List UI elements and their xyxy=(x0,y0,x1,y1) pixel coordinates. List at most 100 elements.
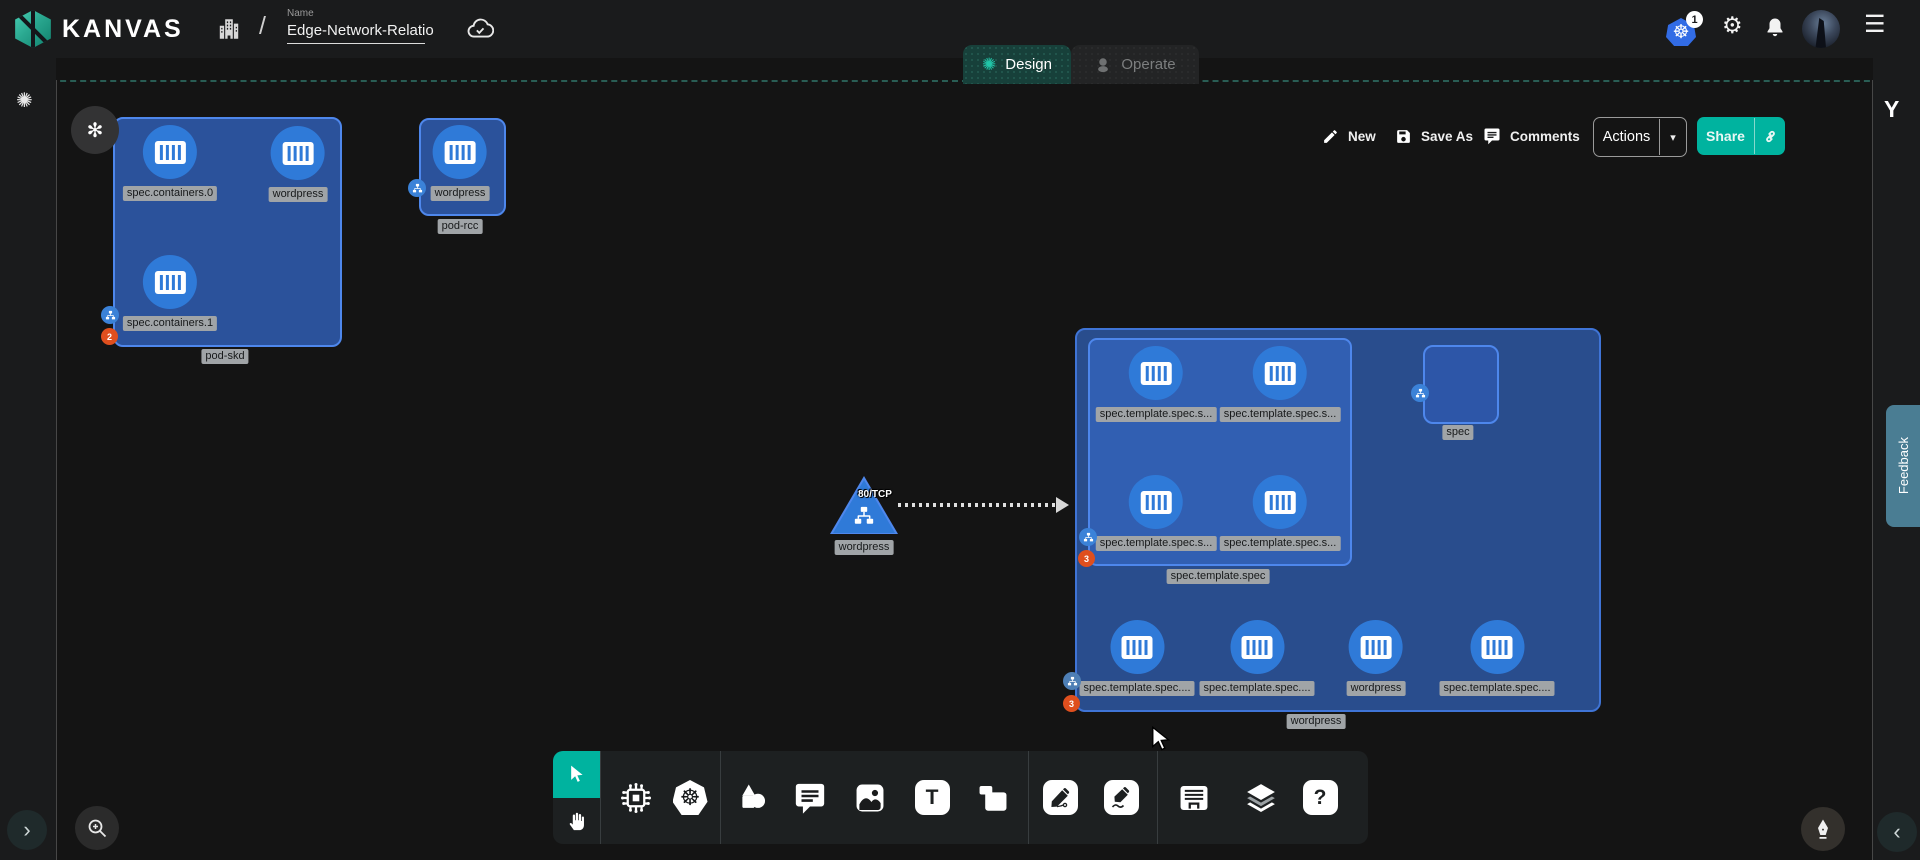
user-avatar[interactable] xyxy=(1802,10,1840,48)
node-template-container[interactable]: spec.template.spec.s... xyxy=(1096,346,1217,422)
feedback-tab[interactable]: Feedback xyxy=(1886,405,1920,527)
node-template-container[interactable]: spec.template.spec.... xyxy=(1440,620,1555,696)
canvas-toolbar: ☸ T xyxy=(553,751,1368,844)
layers-tool[interactable] xyxy=(1234,751,1288,844)
layer5-y-icon[interactable]: Y xyxy=(1884,96,1899,123)
error-count-badge[interactable]: 2 xyxy=(101,328,118,345)
design-name-field[interactable]: Name Edge-Network-Relatio xyxy=(287,8,427,44)
kanvas-app: KANVAS / Name Edge-Network-Relatio ☸ 1 ⚙… xyxy=(0,0,1920,860)
help-icon: ? xyxy=(1303,780,1338,815)
menu-icon[interactable]: ☰ xyxy=(1864,13,1886,37)
design-name-input[interactable]: Edge-Network-Relatio xyxy=(287,19,425,44)
node-label: spec.template.spec.... xyxy=(1440,681,1555,696)
drawer-tool[interactable] xyxy=(1167,751,1221,844)
organization-icon[interactable] xyxy=(216,16,242,42)
service-triangle xyxy=(833,480,895,533)
notifications-bell-icon[interactable] xyxy=(1763,16,1787,40)
relationship-badge-icon[interactable] xyxy=(408,179,426,197)
mesh-components-tool[interactable] xyxy=(609,751,663,844)
save-as-button[interactable]: Save As xyxy=(1395,117,1473,155)
left-sidebar-divider xyxy=(56,80,57,860)
relationship-badge-icon[interactable] xyxy=(1411,384,1429,402)
actions-dropdown-button[interactable]: Actions ▾ xyxy=(1593,117,1687,157)
comment-icon xyxy=(793,781,827,815)
save-as-button-label: Save As xyxy=(1421,129,1473,144)
kanvas-logo-text: KANVAS xyxy=(62,15,184,44)
tab-operate[interactable]: Operate xyxy=(1071,45,1199,84)
relationship-badge-icon[interactable] xyxy=(101,306,119,324)
group-label-pod-rcc: pod-rcc xyxy=(438,219,483,234)
help-tool[interactable]: ? xyxy=(1293,751,1347,844)
node-template-container[interactable]: spec.template.spec.s... xyxy=(1220,475,1341,551)
settings-gear-icon[interactable]: ⚙ xyxy=(1722,14,1743,37)
node-template-container[interactable]: spec.template.spec.... xyxy=(1080,620,1195,696)
error-count-badge[interactable]: 3 xyxy=(1063,695,1080,712)
kanvas-logo-icon xyxy=(14,10,52,48)
relationship-badge-icon[interactable] xyxy=(1063,672,1081,690)
node-template-container[interactable]: spec.template.spec.s... xyxy=(1096,475,1217,551)
node-wordpress-container[interactable]: wordpress xyxy=(1347,620,1406,696)
node-spec[interactable] xyxy=(1423,345,1499,424)
expand-left-panel-button[interactable]: › xyxy=(7,810,47,850)
spec-node-label: spec xyxy=(1442,425,1473,440)
comment-tool[interactable] xyxy=(783,751,837,844)
text-tool[interactable]: T xyxy=(905,751,959,844)
container-icon xyxy=(1253,475,1307,529)
shapes-tool[interactable] xyxy=(726,751,780,844)
cloud-save-status-icon xyxy=(466,15,494,43)
app-header: KANVAS / Name Edge-Network-Relatio ☸ 1 ⚙… xyxy=(0,0,1920,58)
service-edge[interactable] xyxy=(898,503,1060,507)
node-label: spec.template.spec.s... xyxy=(1220,536,1341,551)
sticky-note-tool[interactable] xyxy=(966,751,1020,844)
node-label: spec.template.spec.... xyxy=(1200,681,1315,696)
node-service-wordpress[interactable] xyxy=(830,476,898,534)
comments-button[interactable]: Comments xyxy=(1483,117,1580,155)
pan-hand-tool[interactable] xyxy=(553,798,600,845)
node-spec-containers-1[interactable]: spec.containers.1 xyxy=(123,255,217,331)
group-label-pod-skd: pod-skd xyxy=(201,349,248,364)
node-wordpress-container[interactable]: wordpress xyxy=(431,125,490,201)
edge-pen-tool[interactable] xyxy=(1033,751,1087,844)
actions-dropdown-label: Actions xyxy=(1594,129,1659,145)
caret-down-icon[interactable]: ▾ xyxy=(1660,131,1686,144)
cursor-tool[interactable] xyxy=(553,751,600,798)
kanvas-logo[interactable]: KANVAS xyxy=(14,10,184,48)
zoom-button[interactable] xyxy=(75,806,119,850)
share-button[interactable]: Share xyxy=(1697,117,1785,155)
image-tool[interactable] xyxy=(843,751,897,844)
expand-right-panel-button[interactable]: ‹ xyxy=(1877,812,1917,852)
node-wordpress-container[interactable]: wordpress xyxy=(269,126,328,202)
sticky-note-icon xyxy=(976,781,1010,815)
edge-pen-icon xyxy=(1043,780,1078,815)
pen-nib-button[interactable] xyxy=(1801,807,1845,851)
meshery-spiral-icon[interactable]: ✺ xyxy=(16,88,33,113)
pointer-tools-column xyxy=(553,751,600,844)
node-template-container[interactable]: spec.template.spec.... xyxy=(1200,620,1315,696)
container-icon xyxy=(143,255,197,309)
new-button-label: New xyxy=(1348,129,1376,144)
flower-button[interactable]: ✻ xyxy=(71,106,119,154)
error-count-badge[interactable]: 3 xyxy=(1078,550,1095,567)
node-spec-containers-0[interactable]: spec.containers.0 xyxy=(123,125,217,201)
container-icon xyxy=(1110,620,1164,674)
service-edge-label: 80/TCP xyxy=(858,489,892,500)
floppy-icon xyxy=(1395,128,1412,145)
share-button-divider xyxy=(1754,118,1755,154)
kubernetes-components-tool[interactable]: ☸ xyxy=(663,751,717,844)
relationship-badge-icon[interactable] xyxy=(1079,528,1097,546)
copy-link-icon[interactable] xyxy=(1755,127,1785,146)
share-button-label: Share xyxy=(1697,128,1754,144)
node-template-container[interactable]: spec.template.spec.s... xyxy=(1220,346,1341,422)
container-icon xyxy=(143,125,197,179)
hand-icon xyxy=(566,810,588,832)
tab-design-label: Design xyxy=(1005,56,1052,73)
comment-icon xyxy=(1483,127,1501,145)
node-label: spec.containers.0 xyxy=(123,186,217,201)
service-edge-arrowhead xyxy=(1056,497,1069,513)
new-button[interactable]: New xyxy=(1322,117,1376,155)
kubernetes-context-count-badge: 1 xyxy=(1686,11,1703,28)
design-name-label: Name xyxy=(287,8,427,19)
freehand-draw-tool[interactable] xyxy=(1094,751,1148,844)
tab-design[interactable]: ✺ Design xyxy=(963,45,1071,84)
container-icon xyxy=(1349,620,1403,674)
